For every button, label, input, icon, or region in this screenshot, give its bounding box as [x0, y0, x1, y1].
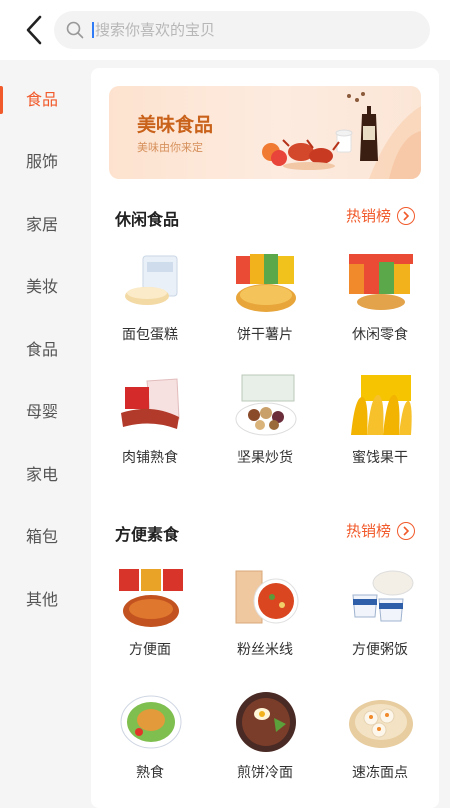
sidebar-item-appliances[interactable]: 家电 [0, 455, 84, 495]
back-arrow-icon[interactable] [18, 14, 50, 46]
sidebar-item-beauty[interactable]: 美妆 [0, 267, 84, 307]
search-icon [66, 21, 84, 39]
sidebar-item-baby[interactable]: 母婴 [0, 392, 84, 432]
grid-item-dried-fruit[interactable]: 蜜饯果干 [330, 373, 430, 483]
search-input[interactable] [95, 21, 395, 39]
banner-title: 美味食品 [137, 114, 214, 136]
chevron-right-icon [397, 206, 416, 225]
sidebar-item-food-2[interactable]: 食品 [0, 330, 84, 370]
banner-food-image [262, 92, 421, 179]
grid-item-jerky[interactable]: 肉铺熟食 [100, 373, 200, 483]
promo-banner[interactable]: 美味食品 美味由你来定 [109, 86, 421, 179]
grid-item-porridge[interactable]: 方便粥饭 [330, 565, 430, 675]
grid-item-bread-cake[interactable]: 面包蛋糕 [100, 250, 200, 360]
dumplings-icon [349, 700, 413, 748]
sidebar-item-label: 家电 [25, 465, 58, 484]
category-content-panel: 美味食品 美味由你来定 休闲食品 热销榜 面包蛋糕 饼干薯片 休闲零食 肉铺熟食… [91, 68, 439, 808]
dried-mango-icon [351, 375, 412, 435]
grid-item-label: 肉铺熟食 [122, 450, 178, 466]
grid-item-label: 蜜饯果干 [352, 450, 408, 466]
grid-item-label: 坚果炒货 [237, 450, 293, 466]
nuts-icon [235, 374, 297, 436]
active-indicator [0, 86, 3, 114]
section-title-snacks: 休闲食品 [115, 210, 180, 229]
sidebar-item-label: 其他 [25, 590, 58, 609]
sidebar-item-food[interactable]: 食品 [0, 80, 84, 120]
chevron-right-icon [397, 521, 416, 540]
banner-subtitle: 美味由你来定 [137, 141, 203, 154]
sidebar-item-label: 服饰 [25, 152, 58, 171]
hot-list-link-snacks[interactable]: 热销榜 [346, 205, 416, 226]
sidebar-item-label: 家居 [25, 215, 58, 234]
cooked-food-icon [120, 695, 182, 749]
grid-item-label: 粉丝米线 [237, 642, 293, 658]
jerky-icon [121, 378, 180, 429]
bread-cake-icon [125, 255, 178, 305]
hot-list-link-convenience-food[interactable]: 热销榜 [346, 520, 416, 541]
grid-item-frozen-dumplings[interactable]: 速冻面点 [330, 688, 430, 798]
grid-item-cold-noodles[interactable]: 煎饼冷面 [215, 688, 315, 798]
sidebar-item-label: 母婴 [25, 402, 58, 421]
grid-item-label: 饼干薯片 [237, 327, 293, 343]
sidebar-item-label: 食品 [25, 340, 58, 359]
top-bar [0, 0, 450, 60]
grid-item-cooked-food[interactable]: 熟食 [100, 688, 200, 798]
grid-item-instant-noodles[interactable]: 方便面 [100, 565, 200, 675]
grid-item-label: 熟食 [136, 765, 164, 781]
sidebar-item-label: 美妆 [25, 277, 58, 296]
grid-item-snacks[interactable]: 休闲零食 [330, 250, 430, 360]
grid-item-label: 面包蛋糕 [122, 327, 178, 343]
chips-icon [236, 254, 296, 312]
sidebar-item-label: 箱包 [25, 527, 58, 546]
porridge-icon [352, 570, 414, 622]
sidebar-item-apparel[interactable]: 服饰 [0, 142, 84, 182]
grid-item-label: 方便面 [129, 642, 171, 658]
sidebar-item-bags[interactable]: 箱包 [0, 517, 84, 557]
grid-item-label: 煎饼冷面 [237, 765, 293, 781]
rice-noodles-icon [235, 570, 299, 624]
grid-item-label: 休闲零食 [352, 327, 408, 343]
search-bar[interactable] [54, 11, 430, 49]
grid-item-label: 方便粥饭 [352, 642, 408, 658]
text-cursor [92, 22, 94, 38]
sidebar-item-other[interactable]: 其他 [0, 580, 84, 620]
sidebar-item-label: 食品 [25, 90, 58, 109]
grid-item-rice-noodles[interactable]: 粉丝米线 [215, 565, 315, 675]
category-sidebar: 食品 服饰 家居 美妆 食品 母婴 家电 箱包 其他 [0, 60, 84, 800]
snacks-icon [349, 254, 413, 310]
hot-list-label: 热销榜 [346, 522, 392, 540]
grid-item-label: 速冻面点 [352, 765, 408, 781]
hot-list-label: 热销榜 [346, 207, 392, 225]
section-title-convenience-food: 方便素食 [115, 525, 180, 544]
cold-noodles-icon [236, 692, 296, 752]
sidebar-item-home[interactable]: 家居 [0, 205, 84, 245]
instant-noodles-icon [119, 569, 183, 627]
grid-item-chips[interactable]: 饼干薯片 [215, 250, 315, 360]
grid-item-nuts[interactable]: 坚果炒货 [215, 373, 315, 483]
